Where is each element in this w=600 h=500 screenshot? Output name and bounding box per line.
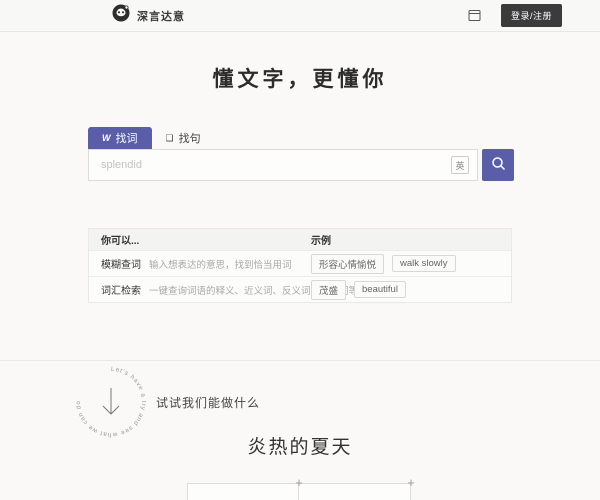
tab-find-word-label: 找词 <box>116 130 138 146</box>
search-button[interactable] <box>482 149 514 181</box>
search-input[interactable] <box>89 159 451 171</box>
search-input-wrap: 英 <box>88 149 478 181</box>
section-divider <box>0 360 600 361</box>
demo-title: 炎热的夏天 <box>0 432 600 459</box>
tab-find-sentence-label: 找句 <box>179 130 201 146</box>
feature-term: 词汇检索 <box>101 282 141 297</box>
find-sentence-icon: ❏ <box>166 134 174 143</box>
language-toggle-icon[interactable]: 英 <box>451 156 469 174</box>
tab-find-sentence[interactable]: ❏ 找句 <box>152 127 215 149</box>
table-row: 模糊查词 输入想表达的意思，找到恰当用词 形容心情愉悦 walk slowly <box>89 250 511 276</box>
arrow-down-icon <box>103 388 119 414</box>
table-row: 词汇检索 一键查询词语的释义、近义词、反义词、联想词等 茂盛 beautiful <box>89 276 511 302</box>
search-tabs: W 找词 ❏ 找句 <box>88 127 215 149</box>
find-word-icon: W <box>102 134 111 143</box>
examples-table: 你可以... 示例 模糊查词 输入想表达的意思，找到恰当用词 形容心情愉悦 wa… <box>88 228 512 303</box>
search-bar: 英 <box>88 149 514 181</box>
brand-logo-icon <box>112 4 130 27</box>
search-icon <box>491 156 506 174</box>
header: 深言达意 登录/注册 <box>0 0 600 32</box>
example-chip[interactable]: beautiful <box>354 281 406 298</box>
demo-card[interactable] <box>187 483 299 500</box>
try-label: 试试我们能做什么 <box>156 394 260 411</box>
demo-card[interactable] <box>299 483 411 500</box>
feature-desc: 输入想表达的意思，找到恰当用词 <box>149 257 292 271</box>
login-register-button[interactable]: 登录/注册 <box>501 4 562 27</box>
brand-name: 深言达意 <box>137 8 185 24</box>
examples-table-header: 你可以... 示例 <box>89 229 511 250</box>
feature-term: 模糊查词 <box>101 256 141 271</box>
column-header-you-can: 你可以... <box>89 232 311 247</box>
example-chip[interactable]: walk slowly <box>392 255 456 272</box>
try-circle-badge: Let's have a try and see what we can do <box>72 363 150 441</box>
column-header-examples: 示例 <box>311 232 511 247</box>
example-chip[interactable]: 茂盛 <box>311 280 346 300</box>
tab-find-word[interactable]: W 找词 <box>88 127 152 149</box>
example-chip[interactable]: 形容心情愉悦 <box>311 254 384 274</box>
brand-home-link[interactable]: 深言达意 <box>112 4 185 27</box>
hero-title: 懂文字，更懂你 <box>0 63 600 93</box>
app-window-icon[interactable] <box>468 9 481 22</box>
